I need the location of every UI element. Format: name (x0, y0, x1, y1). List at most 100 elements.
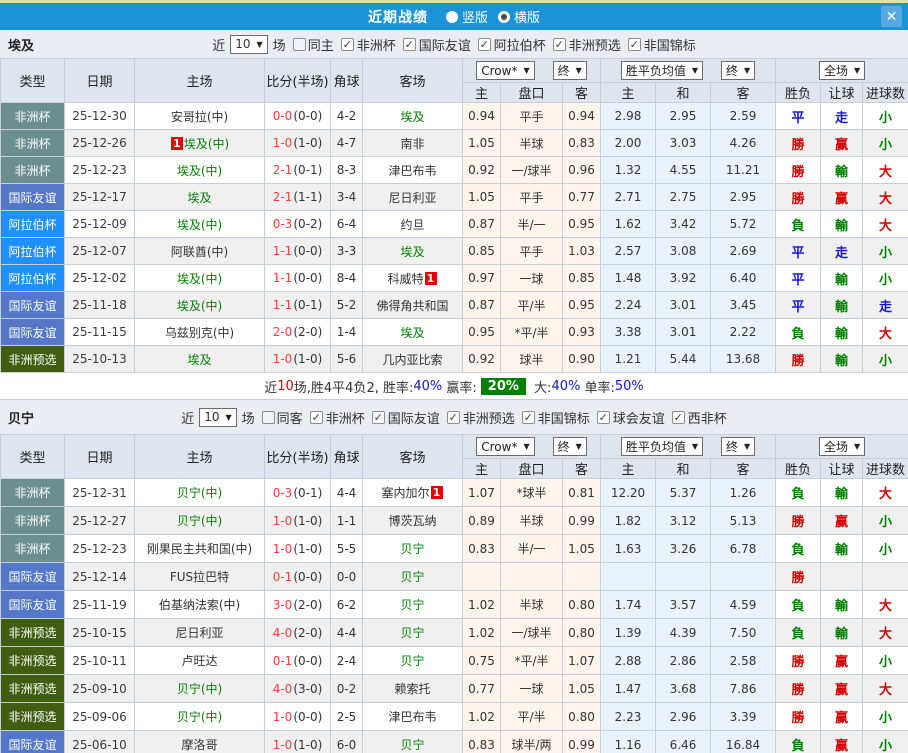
home-team: 阿联酋(中) (134, 237, 265, 265)
result-goals: 大 (862, 618, 908, 647)
corner-score: 0-0 (330, 562, 363, 591)
home-team: 安哥拉(中) (134, 102, 265, 130)
vertical-layout-radio[interactable] (445, 10, 458, 23)
league-checkbox[interactable]: ✓ (521, 410, 535, 424)
avg-stage-select[interactable]: 终 ▼ (721, 61, 756, 80)
corner-score: 4-4 (330, 478, 363, 507)
odds-home: 1.07 (462, 478, 501, 507)
match-date: 25-12-30 (64, 102, 135, 130)
fulltime-score: 0-3 (272, 217, 293, 231)
league-checkbox[interactable]: ✓ (627, 37, 641, 51)
team-name-text: 埃及 (187, 190, 212, 205)
match-count-select[interactable]: 10 ▼ (230, 34, 268, 54)
avg-stage-select[interactable]: 终 ▼ (721, 437, 756, 456)
fulltime-score: 4-0 (272, 625, 293, 640)
odds-group-header: Crow* ▼ 终 ▼ (462, 434, 601, 459)
league-checkbox[interactable]: ✓ (402, 37, 416, 51)
team-name-text: 安哥拉(中) (170, 109, 229, 124)
league-checkbox[interactable]: ✓ (596, 410, 610, 424)
avg-home: 2.98 (600, 102, 656, 130)
avg-type-select[interactable]: 胜平负均值 ▼ (620, 61, 704, 80)
fulltime-score: 0-3 (272, 485, 293, 500)
chevron-down-icon: ▼ (575, 66, 582, 75)
match-row: 非洲预选 25-09-10 贝宁(中) 4-0(3-0) 0-2 赖索托 0.77 一球 1.0… (0, 674, 908, 703)
col-odds-home: 主 (462, 458, 501, 479)
col-odds-away: 客 (562, 82, 601, 103)
avg-away: 7.50 (709, 618, 777, 647)
match-count-select[interactable]: 10 ▼ (199, 407, 237, 427)
odds-handicap: 半球 (500, 129, 563, 157)
summary-text: 赢率: (442, 380, 477, 396)
team-section-header: 埃及 近 10 ▼ 场 同主 ✓ 非洲杯 ✓ 国际友谊 ✓ 阿拉伯杯 ✓ 非洲预选 ✓ 非国锦标 (0, 30, 908, 58)
avg-home: 1.82 (600, 506, 656, 535)
odds-source-select[interactable]: Crow* ▼ (476, 437, 535, 456)
match-score: 1-0(1-0) (264, 345, 331, 373)
result-goals: 小 (862, 702, 908, 731)
odds-handicap: 一/球半 (500, 156, 563, 184)
col-res-winloss: 胜负 (775, 82, 822, 103)
col-type: 类型 (0, 434, 65, 479)
summary-text: 大: (529, 380, 552, 396)
avg-draw: 3.03 (655, 129, 711, 157)
league-checkbox[interactable]: ✓ (309, 410, 323, 424)
match-row: 非洲预选 25-10-13 埃及 1-0(1-0) 5-6 几内亚比索 0.92 球半 0.90… (0, 345, 908, 373)
odds-source-select[interactable]: Crow* ▼ (476, 61, 535, 80)
match-date: 25-10-13 (64, 345, 135, 373)
result-handicap: 赢 (820, 674, 864, 703)
summary-text: 10 (277, 378, 294, 394)
halftime-score: (2-0) (293, 325, 323, 339)
match-date: 25-12-31 (64, 478, 135, 507)
match-score: 0-3(0-2) (264, 210, 331, 238)
odds-stage-select[interactable]: 终 ▼ (552, 437, 587, 456)
avg-away: 3.39 (709, 702, 777, 731)
league-checkbox[interactable]: ✓ (340, 37, 354, 51)
chevron-down-icon: ▼ (523, 442, 530, 451)
near-label: 近 (181, 411, 195, 427)
league-type-badge: 非洲杯 (0, 534, 65, 563)
record-summary: 近 10 场,胜4平4负2, 胜率: 40% 赢率: 20% 大: 40% 单率: 50% (0, 373, 908, 400)
result-winloss: 勝 (775, 183, 822, 211)
match-score: 4-0(3-0) (264, 674, 331, 703)
halftime-score: (3-0) (293, 681, 323, 696)
close-icon[interactable]: ✕ (881, 6, 902, 27)
horizontal-layout-radio[interactable] (498, 10, 510, 23)
match-score: 1-0(0-0) (264, 702, 331, 731)
match-score: 1-0(1-0) (264, 506, 331, 535)
league-type-badge: 国际友谊 (0, 562, 65, 591)
same-venue-checkbox[interactable] (292, 37, 306, 51)
match-date: 25-12-09 (64, 210, 135, 238)
avg-type-select[interactable]: 胜平负均值 ▼ (620, 437, 704, 456)
odds-handicap: *平/半 (500, 646, 563, 675)
avg-away: 3.45 (709, 291, 777, 319)
horizontal-layout-label: 横版 (514, 11, 541, 26)
avg-draw: 3.08 (655, 237, 711, 265)
league-checkbox[interactable]: ✓ (446, 410, 460, 424)
odds-away: 0.93 (562, 318, 601, 346)
league-checkbox[interactable]: ✓ (477, 37, 491, 51)
team-name-text: 几内亚比索 (382, 352, 443, 367)
scope-select[interactable]: 全场 ▼ (818, 61, 866, 80)
summary-text: 40% (413, 378, 443, 394)
league-checkbox[interactable]: ✓ (671, 410, 685, 424)
chevron-down-icon: ▼ (691, 442, 699, 451)
result-goals: 小 (862, 534, 908, 563)
match-score: 3-0(2-0) (264, 590, 331, 619)
same-venue-checkbox[interactable] (261, 410, 275, 424)
result-winloss: 勝 (775, 129, 822, 157)
result-winloss: 勝 (775, 345, 822, 373)
league-checkbox[interactable]: ✓ (552, 37, 566, 51)
halftime-score: (0-2) (293, 217, 323, 231)
fulltime-score: 2-1 (272, 190, 293, 204)
result-winloss: 平 (775, 291, 822, 319)
match-date: 25-10-11 (64, 646, 135, 675)
odds-stage-select[interactable]: 终 ▼ (552, 61, 587, 80)
avg-draw (655, 562, 711, 591)
odds-handicap: 半/一 (500, 210, 563, 238)
league-checkbox[interactable]: ✓ (371, 410, 385, 424)
match-row: 国际友谊 25-11-18 埃及(中) 1-1(0-1) 5-2 佛得角共和国 0.87 平/… (0, 291, 908, 319)
scope-select[interactable]: 全场 ▼ (818, 437, 866, 456)
fulltime-score: 1-1 (272, 271, 293, 285)
team-name: 贝宁 (8, 411, 35, 427)
home-team: 摩洛哥 (134, 730, 265, 753)
corner-score: 0-2 (330, 674, 363, 703)
